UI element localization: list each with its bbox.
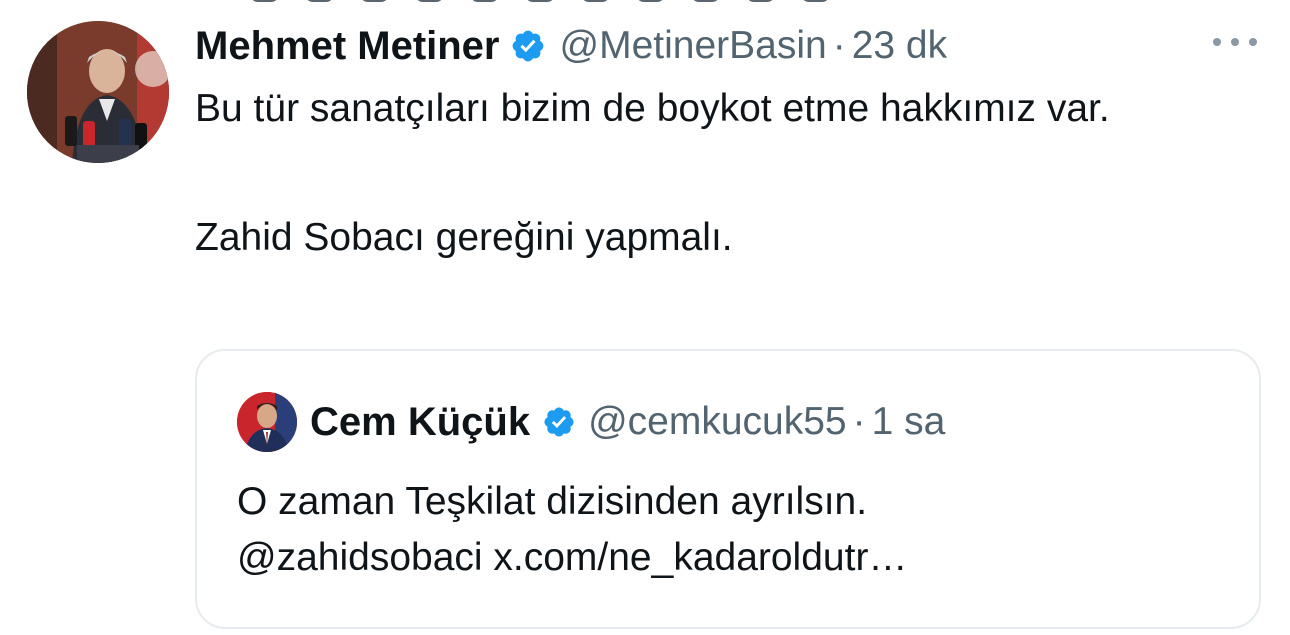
clipped-action-icon bbox=[800, 0, 831, 2]
person-suit-avatar bbox=[237, 392, 297, 452]
clipped-action-icon bbox=[580, 0, 610, 2]
clipped-action-icon bbox=[470, 0, 500, 2]
clipped-action-icon bbox=[635, 0, 665, 2]
tweet-body: Bu tür sanatçıları bizim de boykot etme … bbox=[195, 80, 1255, 267]
author-avatar[interactable] bbox=[27, 21, 169, 163]
clipped-action-icon bbox=[305, 0, 335, 2]
quoted-text-line: O zaman Teşkilat dizisinden ayrılsın. bbox=[237, 480, 868, 523]
quoted-author-avatar[interactable] bbox=[237, 392, 297, 452]
clipped-action-icon bbox=[525, 0, 555, 2]
clipped-action-icon bbox=[415, 0, 445, 2]
tweet-timestamp[interactable]: 23 dk bbox=[852, 24, 947, 68]
quoted-text-line-with-links[interactable]: @zahidsobaci x.com/ne_kadaroldutr… bbox=[237, 530, 1237, 586]
quoted-tweet-header: Cem Küçük @cemkucuk55 · 1 sa bbox=[310, 395, 945, 449]
quoted-tweet-timestamp[interactable]: 1 sa bbox=[872, 400, 946, 444]
quoted-tweet-body: O zaman Teşkilat dizisinden ayrılsın. @z… bbox=[237, 474, 1237, 586]
previous-tweet-action-row bbox=[250, 0, 831, 4]
clipped-action-icon bbox=[690, 0, 720, 2]
more-options-icon[interactable] bbox=[1213, 36, 1257, 48]
quoted-tweet-card[interactable]: Cem Küçük @cemkucuk55 · 1 sa O zaman Teş… bbox=[195, 349, 1261, 629]
quoted-author-handle[interactable]: @cemkucuk55 bbox=[588, 400, 847, 444]
header-separator: · bbox=[832, 24, 846, 67]
tweet-text-line: Bu tür sanatçıları bizim de boykot etme … bbox=[195, 87, 1110, 130]
tweet-text-line: Zahid Sobacı gereğini yapmalı. bbox=[195, 216, 733, 259]
verified-badge-icon[interactable] bbox=[510, 28, 546, 64]
clipped-action-icon bbox=[745, 0, 775, 2]
tweet-header: Mehmet Metiner @MetinerBasin · 23 dk bbox=[195, 18, 947, 74]
verified-badge-icon[interactable] bbox=[542, 405, 576, 439]
quoted-author-display-name[interactable]: Cem Küçük bbox=[310, 400, 530, 445]
person-at-podium-avatar bbox=[27, 21, 169, 163]
author-handle[interactable]: @MetinerBasin bbox=[560, 24, 827, 68]
quoted-header-separator: · bbox=[852, 400, 866, 443]
clipped-action-icon bbox=[250, 0, 280, 2]
author-display-name[interactable]: Mehmet Metiner bbox=[195, 24, 500, 69]
clipped-action-icon bbox=[360, 0, 390, 2]
